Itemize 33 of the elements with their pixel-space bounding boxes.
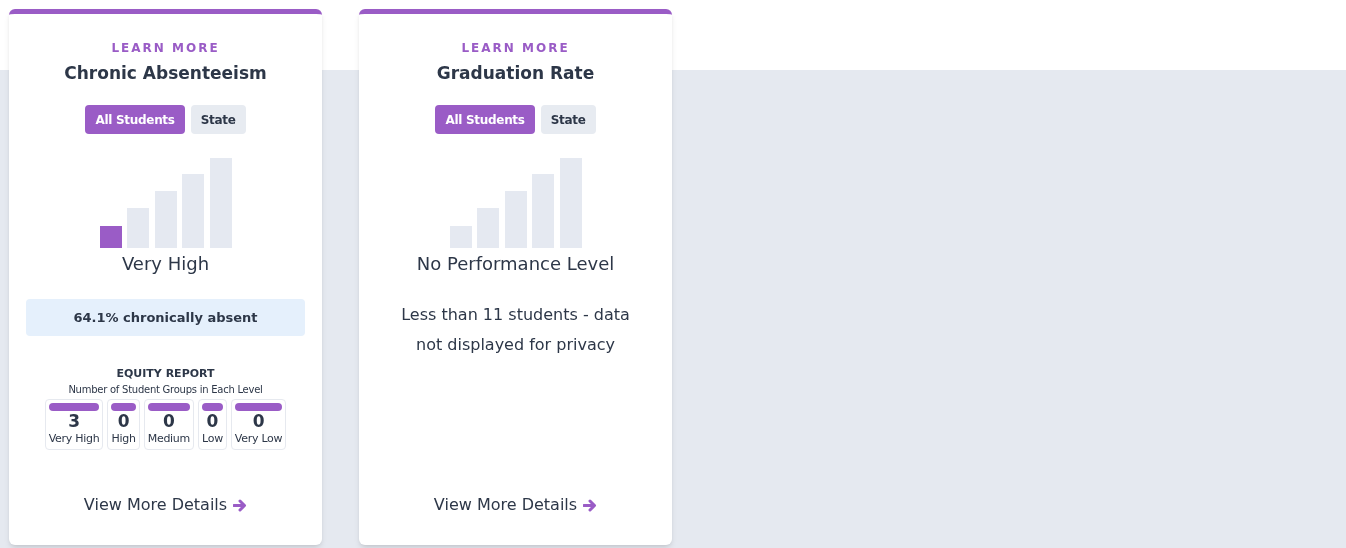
toggle-tab[interactable]: State [540,105,596,135]
privacy-note: Less than 11 students - data not displayed for privacy [400,303,631,356]
toggle-tab[interactable]: State [190,105,246,135]
group-label: Very Low [234,432,283,446]
group-label: Medium [147,432,190,446]
group-count: 0 [162,410,175,432]
level-bar [147,402,190,411]
performance-level: No Performance Level [416,253,615,276]
learn-more-link[interactable]: LEARN MORE [461,42,570,54]
group-label: Low [202,432,223,446]
group-label: High [111,432,136,446]
level-bar [48,402,100,411]
level-bar [202,402,223,411]
level-bar [234,402,283,411]
view-details-link[interactable]: View More Details [83,493,248,517]
arrow-right-icon [583,498,598,512]
section-subtitle: Number of Student Groups in Each Level [68,384,263,395]
group-count: 3 [68,410,80,432]
arrow-right-icon [233,498,248,512]
group-count: 0 [206,410,219,432]
toggle-tab[interactable]: All Students [85,105,185,135]
view-details-link[interactable]: View More Details [433,493,598,517]
section-heading: EQUITY REPORT [116,367,215,379]
group-count: 0 [252,410,265,432]
group-count: 0 [117,410,130,432]
learn-more-link[interactable]: LEARN MORE [111,42,220,54]
performance-level: Very High [121,253,210,276]
level-bar [111,402,136,411]
card-title: Graduation Rate [436,63,595,85]
group-label: Very High [48,432,100,446]
card-title: Chronic Absenteeism [64,63,267,85]
toggle-tab[interactable]: All Students [435,105,535,135]
result-banner: 64.1% chronically absent [26,298,305,336]
